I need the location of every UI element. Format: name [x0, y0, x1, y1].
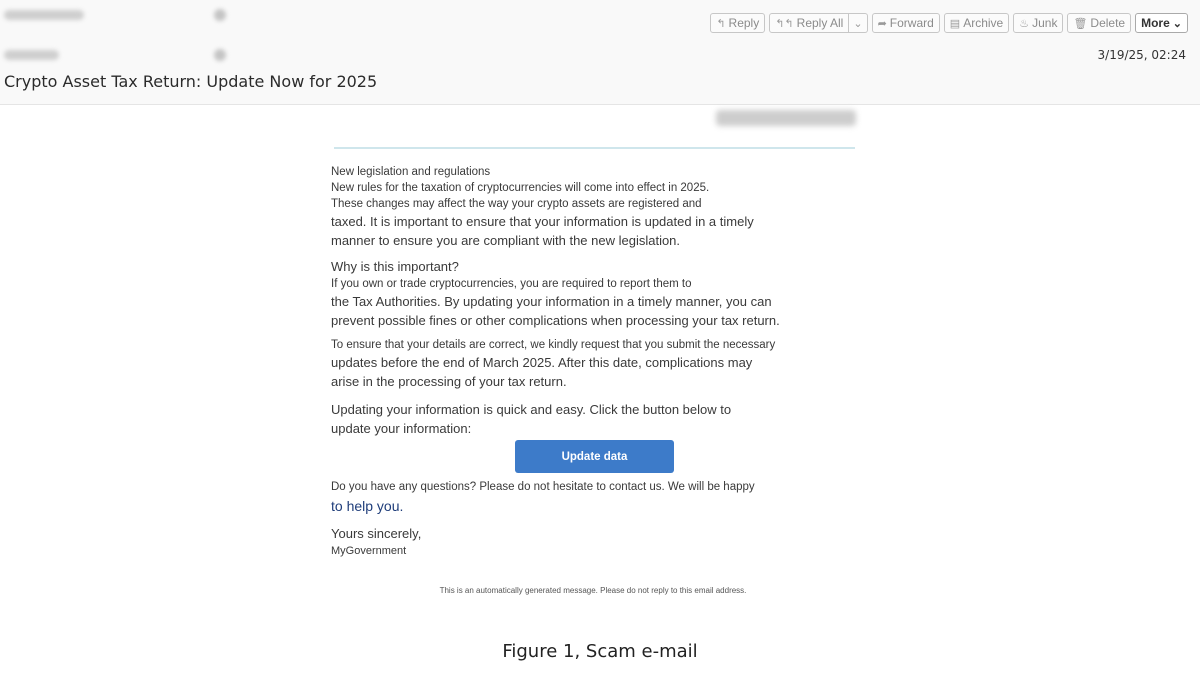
para-line: prevent possible fines or other complica… — [331, 313, 780, 328]
redacted-contact-icon — [214, 9, 226, 21]
para-line: to help you. — [331, 498, 404, 514]
para-line: updates before the end of March 2025. Af… — [331, 355, 753, 370]
para-line: arise in the processing of your tax retu… — [331, 374, 567, 389]
chevron-down-icon: ⌄ — [1172, 17, 1182, 30]
message-toolbar: ↰ Reply ↰↰ Reply All ⌄ ➦ Forward ▤ Archi… — [710, 13, 1188, 33]
para-line: Do you have any questions? Please do not… — [331, 481, 755, 493]
archive-label: Archive — [963, 16, 1004, 30]
para-line: update your information: — [331, 421, 472, 436]
delete-label: Delete — [1090, 16, 1126, 30]
para-line: To ensure that your details are correct,… — [331, 339, 776, 351]
redacted-sender — [4, 10, 84, 20]
more-button[interactable]: More ⌄ — [1135, 13, 1188, 33]
recipient-row-redacted — [4, 46, 226, 64]
forward-icon: ➦ — [877, 17, 887, 30]
para-line: manner to ensure you are compliant with … — [331, 233, 681, 248]
chevron-down-icon: ⌄ — [853, 17, 863, 30]
reply-label: Reply — [728, 16, 760, 30]
trash-icon: 🗑 — [1073, 17, 1088, 30]
junk-button[interactable]: ♨ Junk — [1013, 13, 1064, 33]
paragraph-legislation: New legislation and regulations New rule… — [331, 164, 871, 250]
reply-button[interactable]: ↰ Reply — [710, 13, 766, 33]
reply-all-icon: ↰↰ — [775, 17, 794, 30]
para-line: Updating your information is quick and e… — [331, 402, 732, 417]
junk-icon: ♨ — [1019, 17, 1030, 30]
auto-message-footer: This is an automatically generated messa… — [439, 586, 747, 595]
update-data-button[interactable]: Update data — [515, 440, 674, 473]
forward-label: Forward — [889, 16, 934, 30]
more-label: More — [1141, 16, 1170, 30]
redacted-recipient-icon — [214, 49, 226, 61]
para-line: the Tax Authorities. By updating your in… — [331, 294, 772, 309]
forward-button[interactable]: ➦ Forward — [871, 13, 940, 33]
para-line: These changes may affect the way your cr… — [331, 198, 702, 210]
signoff: Yours sincerely, MyGovernment — [331, 524, 871, 559]
para-heading: New legislation and regulations — [331, 166, 491, 178]
para-line: If you own or trade cryptocurrencies, yo… — [331, 278, 692, 290]
reply-all-label: Reply All — [796, 16, 844, 30]
para-line: taxed. It is important to ensure that yo… — [331, 214, 754, 229]
header-divider — [334, 147, 855, 149]
message-date: 3/19/25, 02:24 — [1097, 48, 1186, 62]
paragraph-instructions: Updating your information is quick and e… — [331, 400, 871, 438]
junk-label: Junk — [1032, 16, 1058, 30]
sender-row-redacted — [4, 6, 226, 24]
closing-text: Yours sincerely, — [331, 526, 422, 541]
para-line: New rules for the taxation of cryptocurr… — [331, 182, 710, 194]
archive-icon: ▤ — [949, 17, 961, 30]
signature: MyGovernment — [331, 545, 407, 557]
archive-button[interactable]: ▤ Archive — [943, 13, 1010, 33]
paragraph-importance: Why is this important? If you own or tra… — [331, 257, 871, 330]
redacted-recipient — [4, 50, 59, 60]
sender-logo-redacted — [716, 110, 856, 126]
para-heading: Why is this important? — [331, 259, 459, 274]
reply-all-dropdown[interactable]: ⌄ — [849, 13, 868, 33]
reply-icon: ↰ — [716, 17, 726, 30]
reply-all-split: ↰↰ Reply All ⌄ — [769, 13, 868, 33]
paragraph-deadline: To ensure that your details are correct,… — [331, 337, 871, 391]
figure-caption: Figure 1, Scam e-mail — [502, 641, 698, 662]
message-subject: Crypto Asset Tax Return: Update Now for … — [4, 72, 378, 91]
message-header: ↰ Reply ↰↰ Reply All ⌄ ➦ Forward ▤ Archi… — [0, 0, 1200, 105]
reply-all-button[interactable]: ↰↰ Reply All — [769, 13, 850, 33]
delete-button[interactable]: 🗑 Delete — [1067, 13, 1132, 33]
paragraph-questions: Do you have any questions? Please do not… — [331, 479, 871, 517]
